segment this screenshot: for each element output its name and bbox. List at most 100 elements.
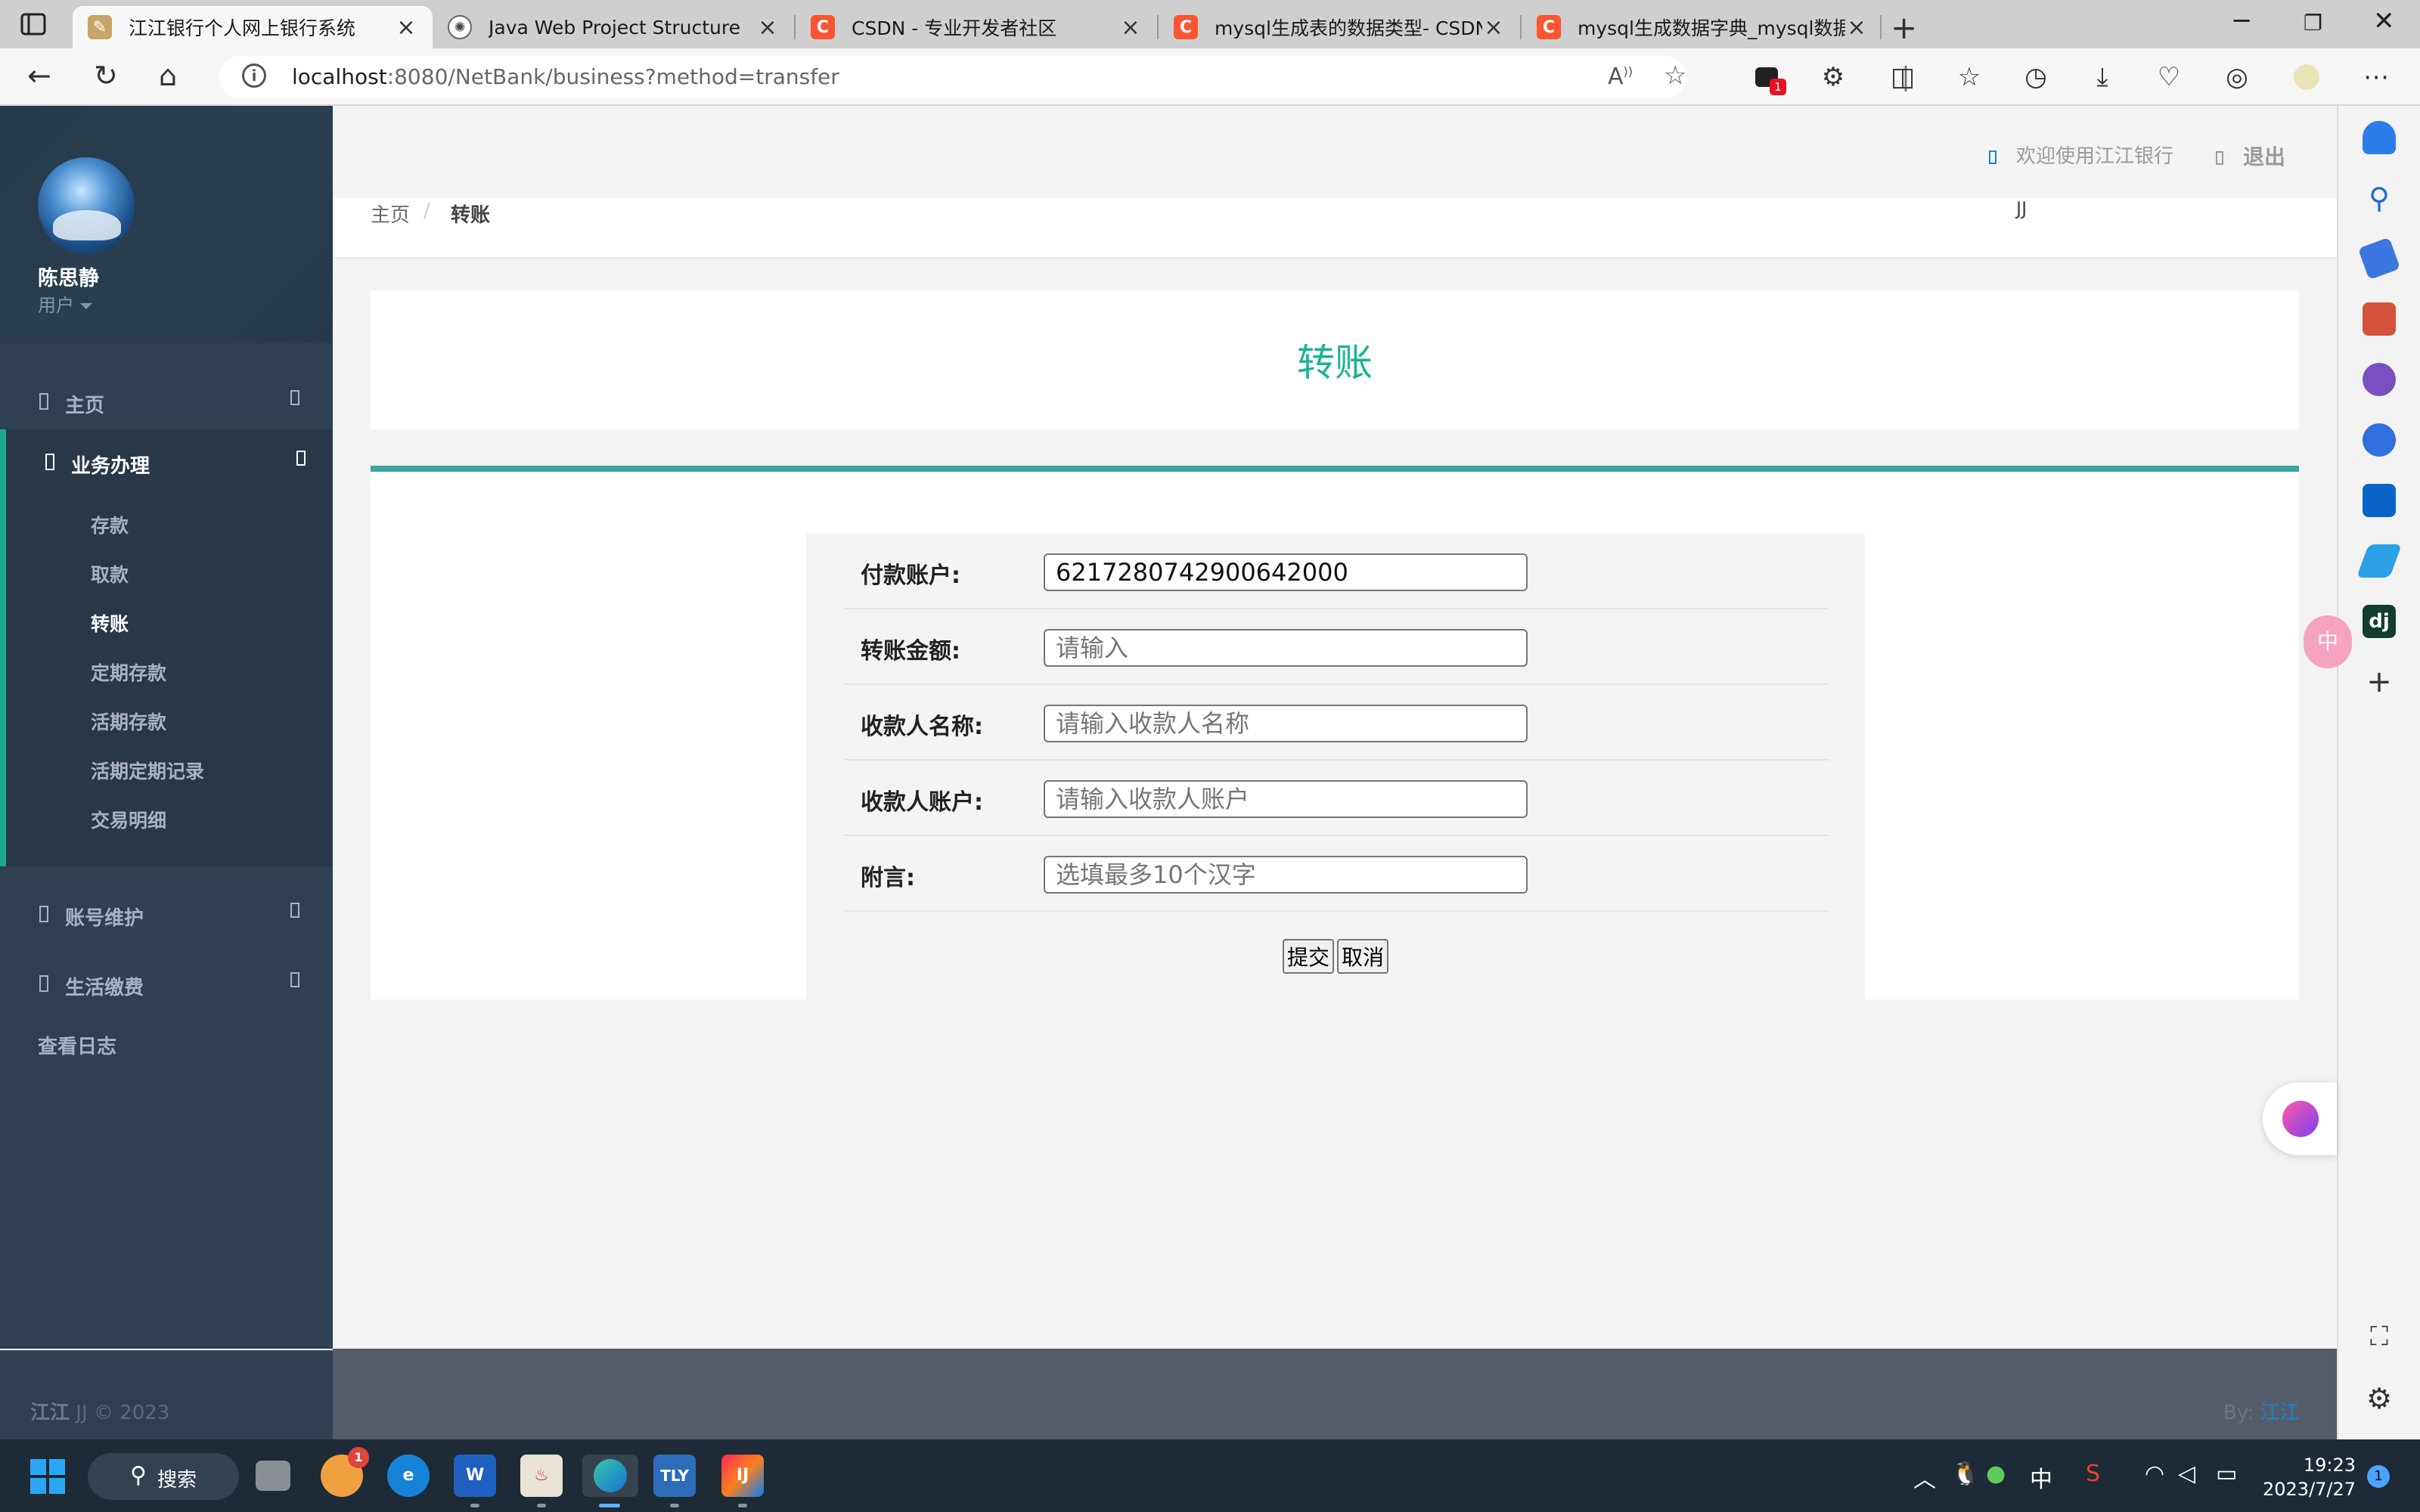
favorite-star-icon[interactable]: ☆ <box>1664 60 1686 91</box>
weather-icon[interactable]: 1 <box>321 1455 363 1497</box>
word-icon[interactable]: W <box>454 1455 496 1497</box>
qq-tray-icon[interactable]: 🐧 <box>1951 1461 1979 1487</box>
nav-home[interactable]: 主页 <box>0 369 333 438</box>
nav-sub-deposit-records[interactable]: 活期定期记录 <box>91 757 204 784</box>
close-tab-icon[interactable]: × <box>756 14 779 41</box>
nav-account[interactable]: 账号维护 <box>0 881 333 951</box>
taskbar-search-button[interactable]: ⚲ 搜索 <box>88 1453 239 1500</box>
close-tab-icon[interactable]: × <box>395 14 417 41</box>
user-role-dropdown[interactable]: 用户 <box>38 290 92 317</box>
nav-business[interactable]: 业务办理 <box>6 429 333 499</box>
address-bar[interactable]: i localhost:8080/NetBank/business?method… <box>219 56 1686 98</box>
submit-button[interactable]: 提交 <box>1283 939 1334 974</box>
history-icon[interactable]: ◷ <box>2021 62 2051 92</box>
amount-field[interactable] <box>1044 629 1528 667</box>
outlook-icon[interactable] <box>2363 484 2396 517</box>
nav-living[interactable]: 生活缴费 <box>0 951 333 1021</box>
microsoft365-icon[interactable] <box>2363 423 2396 457</box>
django-icon[interactable]: dj <box>2363 605 2396 638</box>
running-indicator <box>670 1504 679 1507</box>
read-aloud-icon[interactable]: A)) <box>1608 64 1633 90</box>
new-tab-button[interactable]: + <box>1891 9 1917 46</box>
close-tab-icon[interactable]: × <box>1845 14 1868 41</box>
wechat-tray-icon[interactable]: ● <box>1986 1461 2006 1487</box>
logout-link[interactable]: 退出 <box>2216 141 2285 171</box>
send-plane-icon[interactable] <box>2356 544 2402 578</box>
nav-sub-transaction-details[interactable]: 交易明细 <box>91 806 166 833</box>
payee-account-field[interactable] <box>1044 780 1528 818</box>
games-icon[interactable] <box>2363 363 2396 396</box>
profile-avatar-icon[interactable] <box>2291 62 2322 92</box>
nav-view-log[interactable]: 查看日志 <box>38 1031 116 1059</box>
nav-sub-withdraw[interactable]: 取款 <box>91 560 129 587</box>
notification-count-badge[interactable]: 1 <box>2367 1465 2390 1488</box>
welcome-icon <box>1989 150 1996 164</box>
screenshot-icon[interactable]: ⛶ <box>2363 1320 2396 1353</box>
sogou-ime-icon[interactable]: S <box>2086 1461 2100 1487</box>
footer-by-link[interactable]: 江江 <box>2260 1402 2299 1424</box>
ime-indicator[interactable]: 中 <box>2030 1461 2052 1494</box>
favorites-icon[interactable]: ☆ <box>1954 62 1984 92</box>
tab-netbank[interactable]: ✎ 江江银行个人网上银行系统 × <box>73 6 433 48</box>
payee-name-field[interactable] <box>1044 705 1528 742</box>
nav-sub-fixed-deposit[interactable]: 定期存款 <box>91 658 166 686</box>
url-text[interactable]: localhost:8080/NetBank/business?method=t… <box>292 64 839 89</box>
tab-mysql-dict[interactable]: C mysql生成数据字典_mysql数据字 × <box>1522 6 1883 48</box>
edge-icon[interactable] <box>582 1455 638 1497</box>
notifications-bell-icon[interactable] <box>2363 121 2396 154</box>
weather-badge: 1 <box>348 1447 369 1468</box>
extensions-puzzle-icon[interactable]: ⚙ <box>1818 62 1848 92</box>
breadcrumb-home[interactable]: 主页 <box>371 200 410 228</box>
nav-sub-current-deposit[interactable]: 活期存款 <box>91 708 166 735</box>
volume-icon[interactable]: ◁ <box>2178 1461 2195 1487</box>
shopping-tag-icon[interactable] <box>2358 237 2400 280</box>
avatar[interactable] <box>38 157 135 254</box>
tab-mysql-types[interactable]: C mysql生成表的数据类型- CSDN搜 × <box>1159 6 1520 48</box>
windows-taskbar: ⚲ 搜索 1 e W ♨ TLY IJ ︿ 🐧 ● 中 S ◠ ◁ ▭ 19:2… <box>0 1439 2420 1512</box>
window-close-icon[interactable]: ✕ <box>2373 6 2395 36</box>
show-hidden-icons-icon[interactable]: ︿ <box>1913 1461 1936 1494</box>
payer-account-field[interactable] <box>1044 553 1528 591</box>
split-screen-icon[interactable]: ◫ <box>1888 62 1918 92</box>
tab-java-structure[interactable]: ✺ Java Web Project Structure × <box>433 6 794 48</box>
home-icon[interactable]: ⌂ <box>159 59 177 92</box>
close-tab-icon[interactable]: × <box>1482 14 1505 41</box>
tly-icon[interactable]: TLY <box>653 1455 696 1497</box>
start-windows-icon[interactable] <box>30 1459 65 1494</box>
intellij-icon[interactable]: IJ <box>721 1455 764 1497</box>
running-indicator <box>537 1504 546 1507</box>
task-view-icon[interactable] <box>256 1461 290 1491</box>
battery-icon[interactable]: ▭ <box>2216 1461 2237 1487</box>
browser-essentials-icon[interactable]: ♡ <box>2154 62 2184 92</box>
tools-briefcase-icon[interactable] <box>2363 302 2396 336</box>
living-nav-icon <box>39 975 48 992</box>
csdn-favicon-icon: C <box>1174 15 1198 39</box>
extension-icon[interactable]: 1 <box>1751 62 1782 92</box>
add-sidebar-app-icon[interactable]: + <box>2363 665 2396 699</box>
nav-sub-transfer[interactable]: 转账 <box>91 609 129 637</box>
site-info-icon[interactable]: i <box>242 64 266 88</box>
edge-legacy-icon[interactable]: e <box>387 1455 430 1497</box>
close-tab-icon[interactable]: × <box>1119 14 1142 41</box>
taskbar-clock[interactable]: 19:23 2023/7/27 <box>2263 1453 2356 1501</box>
tab-csdn[interactable]: C CSDN - 专业开发者社区 × <box>796 6 1157 48</box>
refresh-icon[interactable]: ↻ <box>94 59 118 92</box>
copilot-icon[interactable]: ◎ <box>2222 62 2252 92</box>
wifi-icon[interactable]: ◠ <box>2145 1461 2164 1487</box>
cancel-button[interactable]: 取消 <box>1337 939 1388 974</box>
more-menu-icon[interactable]: ⋯ <box>2361 62 2391 92</box>
back-icon[interactable]: ← <box>27 59 51 92</box>
downloads-icon[interactable]: ⤓ <box>2087 62 2118 92</box>
tab-title: mysql生成数据字典_mysql数据字 <box>1578 14 1845 41</box>
java-icon[interactable]: ♨ <box>520 1455 563 1497</box>
settings-gear-icon[interactable]: ⚙ <box>2363 1382 2396 1415</box>
search-icon[interactable]: ⚲ <box>2363 181 2396 215</box>
minimize-icon[interactable]: ─ <box>2234 6 2249 36</box>
nav-sub-deposit[interactable]: 存款 <box>91 511 129 538</box>
ai-assistant-button[interactable] <box>2263 1083 2337 1155</box>
tab-actions-icon[interactable] <box>20 11 47 38</box>
remark-field[interactable] <box>1044 856 1528 894</box>
restore-icon[interactable]: ❐ <box>2304 11 2322 36</box>
ime-floating-button[interactable]: 中 <box>2304 615 2352 668</box>
tab-title: CSDN - 专业开发者社区 <box>852 14 1119 41</box>
